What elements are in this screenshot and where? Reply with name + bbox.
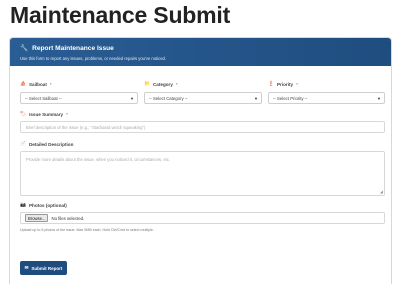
required-marker: * [66, 112, 68, 117]
chevron-down-icon: ▼ [254, 95, 258, 101]
photos-label-text: Photos (optional) [28, 203, 67, 208]
report-form-card: 🔧 Report Maintenance Issue Use this form… [9, 37, 392, 284]
category-label-text: Category [152, 82, 173, 87]
description-textarea[interactable]: Provide more details about the issue, wh… [20, 151, 385, 196]
category-select[interactable]: -- Select Category -- ▼ [144, 92, 262, 104]
priority-select-value: -- Select Priority -- [273, 95, 308, 101]
photos-label: 📷 Photos (optional) [20, 203, 67, 208]
sailboat-icon: ⛵ [20, 82, 26, 87]
page-title: Maintenance Submit [10, 2, 231, 28]
summary-label-text: Issue Summary [29, 112, 64, 117]
category-select-value: -- Select Category -- [149, 95, 188, 101]
wrench-icon: 🔧 [20, 45, 29, 52]
file-status: No files selected. [51, 215, 85, 221]
required-marker: * [175, 82, 178, 87]
card-header: 🔧 Report Maintenance Issue Use this form… [10, 38, 391, 66]
priority-label-text: Priority [276, 82, 294, 87]
folder-icon: 📁 [144, 82, 150, 87]
priority-select[interactable]: -- Select Priority -- ▼ [268, 92, 385, 104]
submit-label: Submit Report [31, 265, 63, 271]
required-marker: * [296, 82, 298, 87]
summary-input[interactable]: Brief description of the issue (e.g., "S… [20, 121, 385, 133]
sailboat-label: ⛵ Sailboat * [20, 82, 52, 87]
description-placeholder: Provide more details about the issue, wh… [26, 157, 171, 162]
summary-label: 🏷 Issue Summary * [20, 112, 68, 117]
summary-placeholder: Brief description of the issue (e.g., "S… [26, 124, 146, 130]
description-label: 📄 Detailed Description [20, 142, 73, 147]
card-title: 🔧 Report Maintenance Issue [20, 44, 114, 53]
sailboat-select-value: -- Select Sailboat -- [25, 95, 62, 101]
priority-icon: ❗ [268, 82, 274, 87]
priority-label: ❗ Priority * [268, 82, 298, 87]
card-subtitle: Use this form to report any issues, prob… [20, 56, 167, 61]
send-icon: ✉ [24, 265, 29, 270]
resize-handle-icon[interactable]: ◢ [380, 189, 383, 194]
submit-report-button[interactable]: ✉ Submit Report [20, 261, 67, 275]
camera-icon: 📷 [20, 203, 26, 208]
document-icon: 📄 [20, 142, 26, 147]
description-label-text: Detailed Description [28, 142, 74, 147]
category-label: 📁 Category * [144, 82, 178, 87]
sailboat-label-text: Sailboat [28, 82, 47, 87]
chevron-down-icon: ▼ [377, 95, 381, 101]
sailboat-select[interactable]: -- Select Sailboat -- ▼ [20, 92, 138, 104]
required-marker: * [49, 82, 52, 87]
tag-icon: 🏷 [20, 112, 27, 117]
chevron-down-icon: ▼ [130, 95, 134, 101]
photos-file-input[interactable]: Browse... No files selected. [20, 212, 385, 224]
browse-button[interactable]: Browse... [25, 214, 49, 222]
card-title-text: Report Maintenance Issue [32, 44, 114, 52]
photos-help-text: Upload up to 5 photos of the issue. Max … [20, 228, 154, 232]
